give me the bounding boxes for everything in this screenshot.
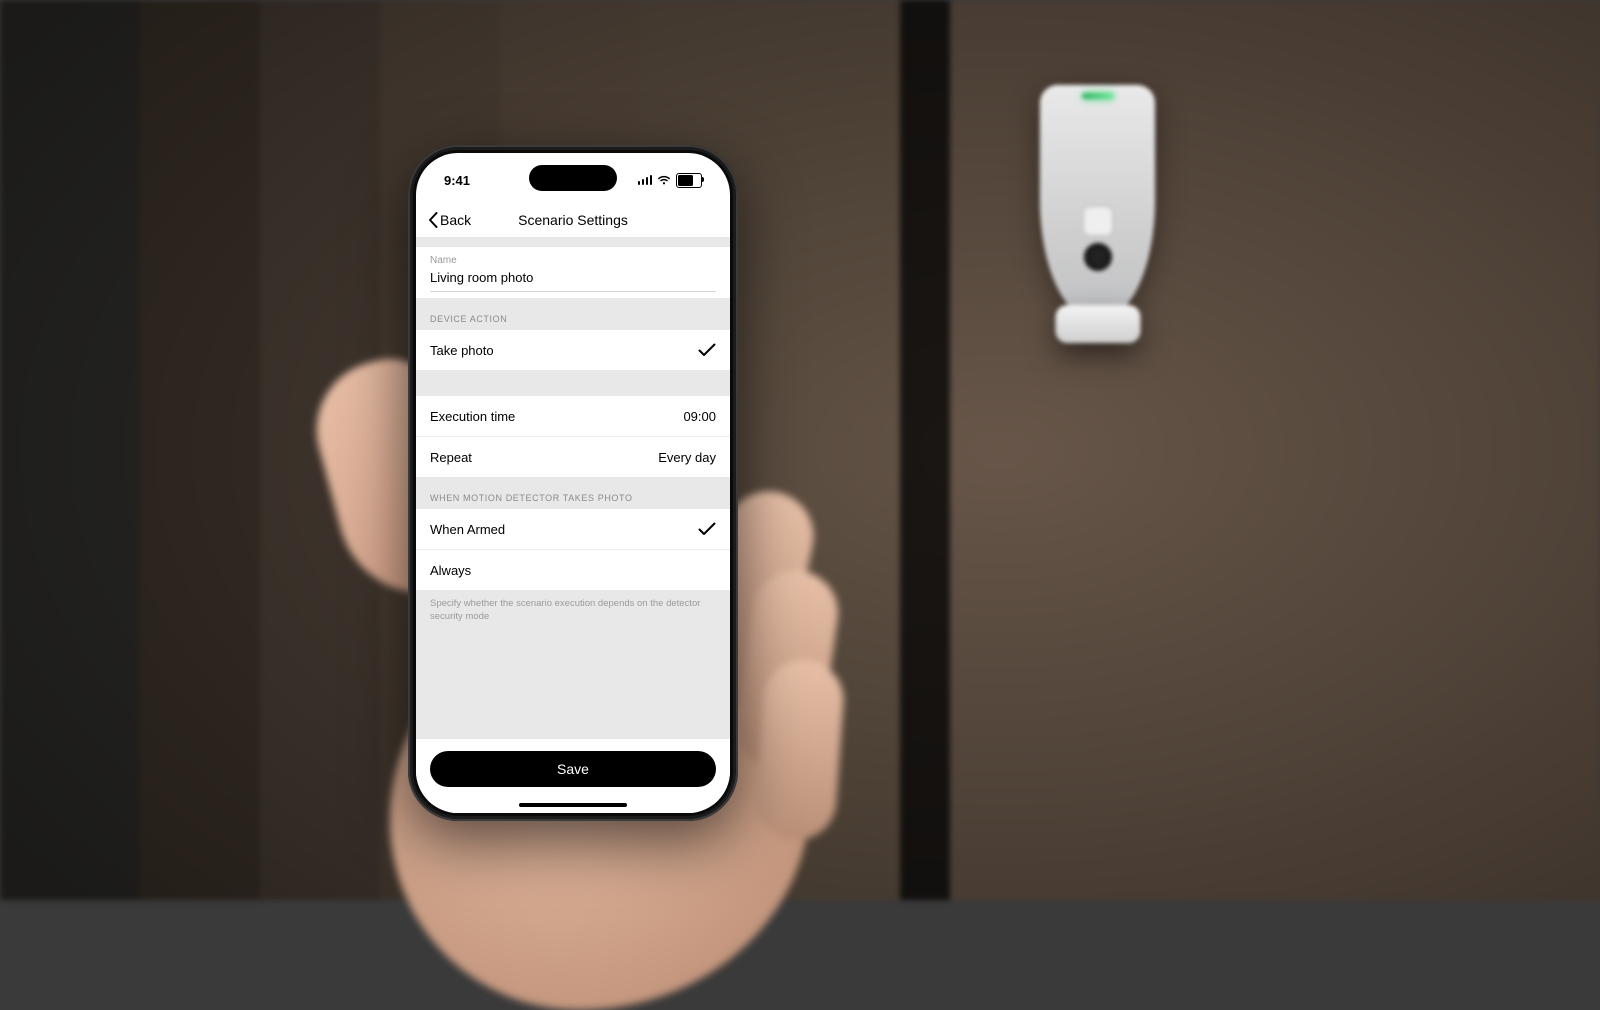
action-take-photo-label: Take photo [430,343,494,358]
option-when-armed-label: When Armed [430,522,505,537]
repeat-row[interactable]: Repeat Every day [416,437,730,477]
execution-time-value: 09:00 [683,409,716,424]
scenario-name-input[interactable] [430,268,716,292]
action-take-photo[interactable]: Take photo [416,330,730,370]
back-label: Back [440,212,471,228]
wifi-icon [657,175,671,186]
nav-header: Back Scenario Settings [416,203,730,237]
dynamic-island [529,165,617,191]
device-action-header: DEVICE ACTION [416,298,730,330]
save-button[interactable]: Save [430,751,716,787]
motion-detector-device [1040,85,1155,320]
option-always[interactable]: Always [416,550,730,590]
phone-screen: 9:41 Back [416,153,730,813]
name-field-label: Name [430,255,716,266]
photo-condition-footnote: Specify whether the scenario execution d… [416,590,730,624]
spacer [416,624,730,739]
option-when-armed[interactable]: When Armed [416,509,730,550]
page-title: Scenario Settings [518,212,628,228]
home-indicator[interactable] [519,803,627,807]
phone-frame: 9:41 Back [408,145,738,821]
spacer [416,370,730,396]
status-time: 9:41 [444,169,470,188]
photo-condition-card: When Armed Always [416,509,730,590]
repeat-value: Every day [658,450,716,465]
chevron-left-icon [428,212,438,228]
photo-condition-header: WHEN MOTION DETECTOR TAKES PHOTO [416,477,730,509]
execution-time-label: Execution time [430,409,515,424]
schedule-card: Execution time 09:00 Repeat Every day [416,396,730,477]
checkmark-icon [698,343,716,357]
checkmark-icon [698,522,716,536]
content-scroll[interactable]: Name DEVICE ACTION Take photo [416,237,730,813]
device-action-card: Take photo [416,330,730,370]
save-area: Save [416,739,730,813]
repeat-label: Repeat [430,450,472,465]
name-card: Name [416,247,730,298]
battery-icon [676,173,702,188]
back-button[interactable]: Back [424,203,475,237]
execution-time-row[interactable]: Execution time 09:00 [416,396,730,437]
cellular-signal-icon [638,175,653,185]
option-always-label: Always [430,563,471,578]
